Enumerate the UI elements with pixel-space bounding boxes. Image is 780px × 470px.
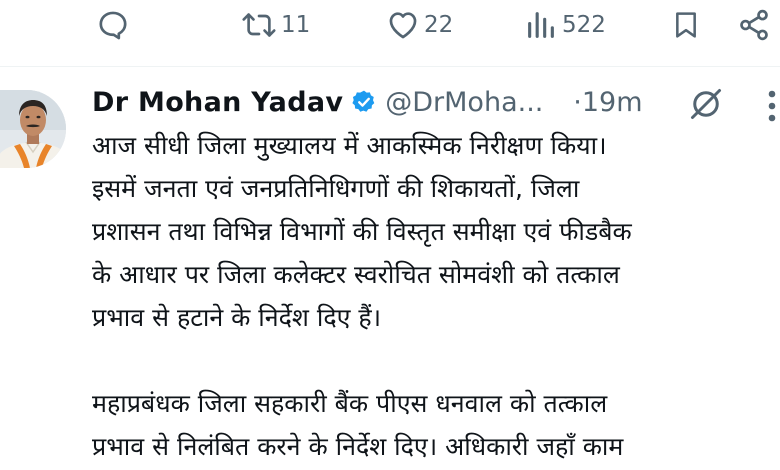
- tweet-header: Dr Mohan Yadav @DrMoha... ·19m: [92, 82, 780, 122]
- tweet-text: आज सीधी जिला मुख्यालय में आकस्मिक निरीक्…: [92, 124, 776, 468]
- repost-count: 11: [281, 11, 311, 38]
- tweet-text-line: आज सीधी जिला मुख्यालय में आकस्मिक निरीक्…: [92, 131, 607, 160]
- tweet-text-line: इसमें जनता एवं जनप्रतिनिधिगणों की शिकायत…: [92, 174, 580, 203]
- tweet-divider: [0, 66, 780, 67]
- author-name[interactable]: Dr Mohan Yadav: [92, 87, 343, 118]
- bookmark-icon: [676, 12, 696, 38]
- more-icon[interactable]: [764, 88, 780, 124]
- repost-button[interactable]: 11: [241, 6, 310, 44]
- tweet-text-line: प्रशासन तथा विभिन्न विभागों की विस्तृत स…: [92, 217, 632, 246]
- previous-tweet-action-bar: 11 22 522: [0, 0, 780, 52]
- grok-icon[interactable]: [688, 86, 724, 122]
- repost-icon: [242, 13, 276, 37]
- heart-icon: [389, 12, 417, 39]
- tweet-text-line: महाप्रबंधक जिला सहकारी बैंक पीएस धनवाल क…: [92, 389, 608, 418]
- bookmark-button[interactable]: [670, 6, 702, 44]
- like-count: 22: [424, 11, 454, 38]
- author-handle[interactable]: @DrMoha...: [385, 87, 565, 118]
- reply-icon: [99, 11, 127, 40]
- share-icon: [740, 9, 768, 41]
- tweet-time[interactable]: ·19m: [573, 87, 642, 118]
- timeline: 11 22 522 Dr Mohan Yadav @DrMoha... ·19m…: [0, 0, 780, 470]
- profile-photo: [0, 90, 66, 168]
- tweet-text-line: के आधार पर जिला कलेक्टर स्वरोचित सोमवंशी…: [92, 260, 620, 289]
- view-count: 522: [562, 11, 606, 38]
- reply-button[interactable]: [96, 6, 130, 44]
- views-button[interactable]: 522: [524, 6, 606, 44]
- tweet-text-line: प्रभाव से निलंबित करने के निर्देश दिए। अ…: [92, 432, 624, 461]
- like-button[interactable]: 22: [386, 6, 453, 44]
- tweet-text-line: प्रभाव से हटाने के निर्देश दिए हैं।: [92, 303, 382, 332]
- verified-badge-icon: [352, 90, 375, 112]
- views-icon: [528, 12, 554, 38]
- avatar[interactable]: [0, 90, 66, 168]
- share-button[interactable]: [737, 6, 771, 44]
